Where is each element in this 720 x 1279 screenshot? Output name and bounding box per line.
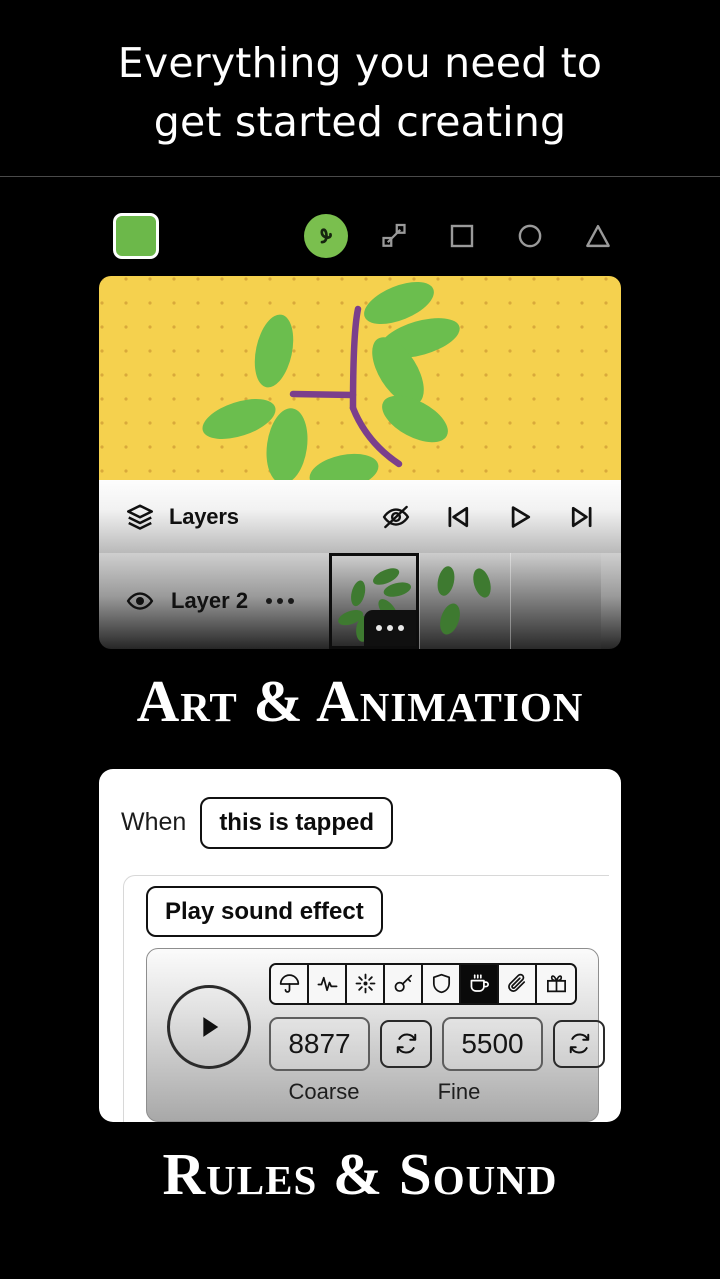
line-tool-button[interactable] — [372, 214, 416, 258]
layer-name: Layer 2 — [171, 588, 248, 614]
layer-options-button[interactable] — [266, 598, 294, 604]
paperclip-icon-button[interactable] — [499, 965, 537, 1003]
line-icon — [379, 221, 409, 251]
shield-icon-button[interactable] — [423, 965, 461, 1003]
pulse-icon — [316, 972, 339, 995]
drawing-toolbar — [0, 205, 720, 267]
pulse-icon-button[interactable] — [309, 965, 347, 1003]
trigger-button[interactable]: this is tapped — [200, 797, 393, 849]
triangle-tool-button[interactable] — [576, 214, 620, 258]
color-swatch-button[interactable] — [113, 213, 159, 259]
skip-back-button[interactable] — [441, 500, 475, 534]
frame-thumbnail[interactable] — [419, 553, 510, 649]
frame-options-button[interactable] — [364, 610, 416, 646]
rules-sound-section: When this is tapped Play sound effect — [0, 769, 720, 1206]
freehand-icon — [313, 223, 340, 250]
art-animation-caption: Art & Animation — [0, 671, 720, 733]
frame-artwork — [420, 553, 510, 649]
fine-value-field[interactable]: 5500 — [442, 1017, 543, 1071]
sparkle-icon — [354, 972, 377, 995]
triangle-icon — [582, 220, 614, 252]
art-animation-section: Layers — [0, 205, 720, 733]
sparkle-icon-button[interactable] — [347, 965, 385, 1003]
rules-sound-caption: Rules & Sound — [0, 1144, 720, 1206]
gift-icon-button[interactable] — [537, 965, 575, 1003]
plant-stems — [293, 309, 399, 464]
when-row: When this is tapped — [99, 797, 621, 849]
key-icon-button[interactable] — [385, 965, 423, 1003]
sound-panel: 8877 5500 — [146, 948, 599, 1122]
sound-panel-right: 8877 5500 — [269, 963, 605, 1105]
skip-forward-icon — [567, 502, 597, 532]
coffee-icon-button[interactable] — [461, 965, 499, 1003]
sound-play-button[interactable] — [167, 985, 251, 1069]
frame-thumbnail[interactable] — [510, 553, 601, 649]
action-box: Play sound effect — [123, 875, 609, 1122]
skip-back-icon — [443, 502, 473, 532]
frame-thumbnail[interactable] — [329, 553, 419, 649]
gift-icon — [545, 972, 568, 995]
sound-label-row: Coarse Fine — [269, 1079, 605, 1105]
animation-playback-controls — [379, 500, 599, 534]
fine-label: Fine — [379, 1079, 539, 1105]
page-title-line-2: get started creating — [0, 93, 720, 152]
coarse-shuffle-button[interactable] — [380, 1020, 432, 1068]
square-tool-button[interactable] — [440, 214, 484, 258]
page-title: Everything you need to get started creat… — [0, 0, 720, 152]
refresh-icon — [394, 1031, 419, 1056]
layers-title: Layers — [169, 504, 239, 530]
page-title-line-1: Everything you need to — [0, 34, 720, 93]
action-button[interactable]: Play sound effect — [146, 886, 383, 937]
onion-skin-icon — [381, 502, 411, 532]
rules-card: When this is tapped Play sound effect — [99, 769, 621, 1122]
circle-icon — [514, 220, 546, 252]
frame-strip — [329, 553, 621, 649]
sound-category-strip — [269, 963, 577, 1005]
play-icon — [192, 1010, 226, 1044]
plant-leaves — [198, 276, 464, 480]
shape-tool-group — [304, 214, 620, 258]
sound-value-row: 8877 5500 — [269, 1017, 605, 1071]
skip-forward-button[interactable] — [565, 500, 599, 534]
shield-icon — [430, 972, 453, 995]
layer-meta: Layer 2 — [99, 553, 329, 649]
square-icon — [446, 220, 478, 252]
key-icon — [392, 972, 415, 995]
refresh-icon — [567, 1031, 592, 1056]
coarse-label: Coarse — [269, 1079, 379, 1105]
play-button[interactable] — [503, 500, 537, 534]
umbrella-icon — [278, 972, 301, 995]
layer-row[interactable]: Layer 2 — [99, 553, 621, 649]
header-divider — [0, 176, 720, 177]
eye-visible-icon[interactable] — [125, 586, 155, 616]
paperclip-icon — [506, 972, 529, 995]
drawing-canvas[interactable] — [99, 276, 621, 480]
circle-tool-button[interactable] — [508, 214, 552, 258]
coffee-icon — [468, 972, 491, 995]
when-label: When — [121, 808, 186, 837]
fine-shuffle-button[interactable] — [553, 1020, 605, 1068]
layers-stack-icon — [125, 502, 155, 532]
freehand-tool-button[interactable] — [304, 214, 348, 258]
layers-toolbar: Layers — [99, 480, 621, 553]
drawing-canvas-panel: Layers — [99, 276, 621, 649]
play-icon — [505, 502, 535, 532]
plant-artwork — [99, 276, 621, 480]
umbrella-icon-button[interactable] — [271, 965, 309, 1003]
onion-skin-button[interactable] — [379, 500, 413, 534]
coarse-value-field[interactable]: 8877 — [269, 1017, 370, 1071]
